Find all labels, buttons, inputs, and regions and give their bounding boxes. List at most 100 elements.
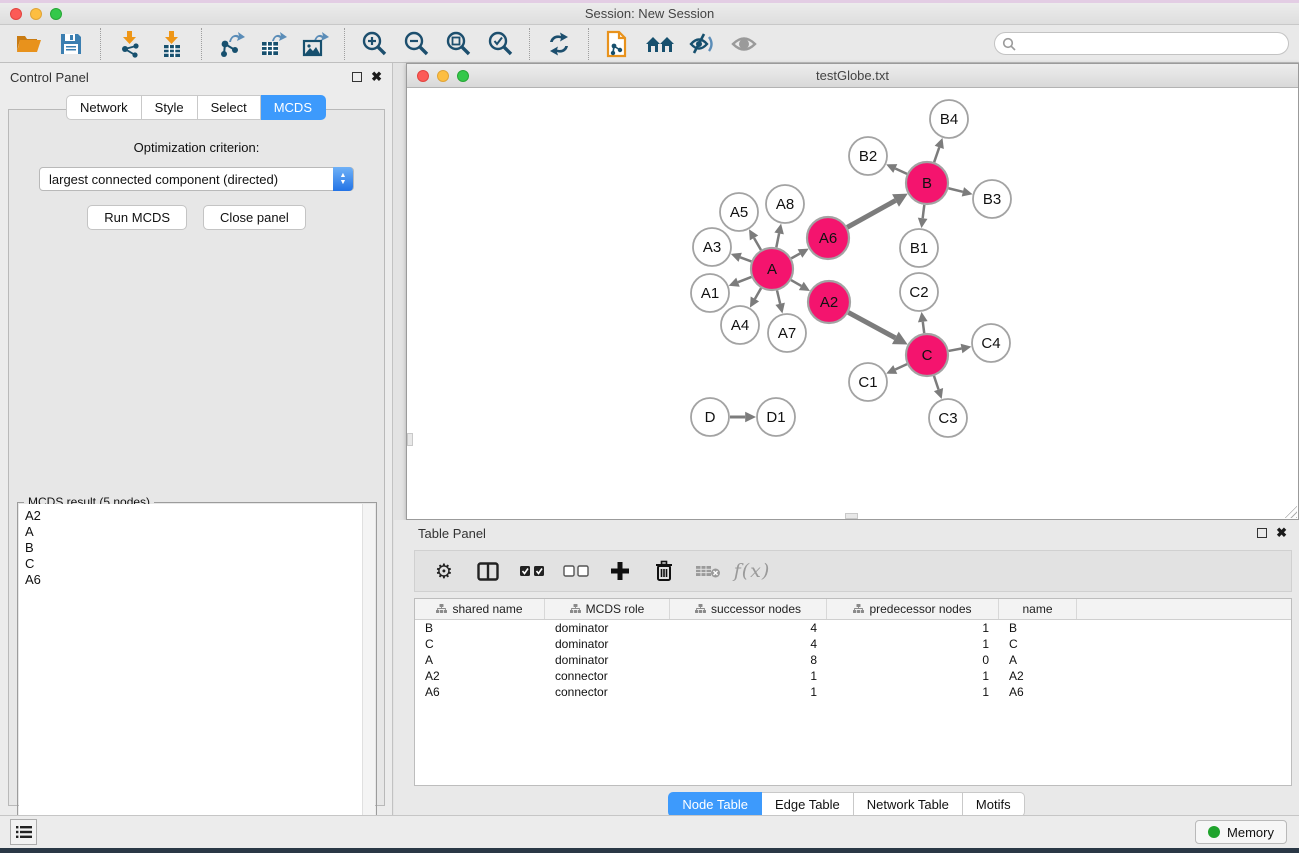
- tab-motifs[interactable]: Motifs: [963, 792, 1025, 817]
- graph-edge[interactable]: [923, 322, 924, 333]
- table-cell: 4: [670, 637, 827, 651]
- table-cell: 1: [827, 685, 999, 699]
- close-panel-icon[interactable]: ✖: [371, 72, 382, 82]
- export-table-button[interactable]: [252, 28, 294, 60]
- delete-table-button[interactable]: [689, 554, 727, 588]
- float-panel-icon[interactable]: [352, 72, 362, 82]
- memory-button[interactable]: Memory: [1195, 820, 1287, 844]
- canvas-horizontal-scroll-thumb[interactable]: [845, 513, 858, 519]
- export-network-icon: [217, 30, 245, 58]
- search-input[interactable]: [994, 32, 1289, 55]
- table-cell: A2: [999, 669, 1077, 683]
- column-header-shared-name[interactable]: shared name: [415, 599, 545, 619]
- run-mcds-button[interactable]: Run MCDS: [87, 205, 187, 230]
- zoom-fit-button[interactable]: [437, 28, 479, 60]
- plus-icon: [610, 561, 630, 581]
- houses-button[interactable]: [639, 28, 681, 60]
- graph-edge[interactable]: [848, 312, 895, 337]
- graph-edge[interactable]: [791, 280, 801, 286]
- graph-edge[interactable]: [740, 257, 751, 261]
- table-cell: B: [999, 621, 1077, 635]
- graph-node-label: B4: [940, 111, 958, 128]
- graph-node-label: A8: [776, 196, 794, 213]
- export-image-button[interactable]: [294, 28, 336, 60]
- column-header-MCDS-role[interactable]: MCDS role: [545, 599, 670, 619]
- delete-column-button[interactable]: [645, 554, 683, 588]
- tab-style[interactable]: Style: [142, 95, 198, 120]
- tab-network-table[interactable]: Network Table: [854, 792, 963, 817]
- table-close-panel-icon[interactable]: ✖: [1276, 528, 1287, 538]
- graph-edge[interactable]: [934, 147, 939, 162]
- column-header-predecessor-nodes[interactable]: predecessor nodes: [827, 599, 999, 619]
- criterion-select[interactable]: largest connected component (directed) ▲…: [39, 167, 354, 191]
- graph-edge[interactable]: [847, 200, 895, 227]
- table-cell: 0: [827, 653, 999, 667]
- tab-node-table[interactable]: Node Table: [668, 792, 762, 817]
- zoom-selected-button[interactable]: [479, 28, 521, 60]
- table-panel-title: Table Panel: [418, 526, 486, 541]
- table-row[interactable]: Adominator80A: [415, 652, 1291, 668]
- tab-edge-table[interactable]: Edge Table: [762, 792, 854, 817]
- tab-mcds[interactable]: MCDS: [261, 95, 326, 120]
- split-view-button[interactable]: [469, 554, 507, 588]
- refresh-icon: [546, 31, 572, 57]
- deselect-all-columns-button[interactable]: [557, 554, 595, 588]
- open-session-button[interactable]: [8, 28, 50, 60]
- table-cell: dominator: [545, 621, 670, 635]
- table-row[interactable]: Bdominator41B: [415, 620, 1291, 636]
- import-network-button[interactable]: [109, 28, 151, 60]
- save-session-button[interactable]: [50, 28, 92, 60]
- graph-edge[interactable]: [923, 205, 925, 218]
- table-settings-button[interactable]: ⚙: [425, 554, 463, 588]
- graph-edge[interactable]: [934, 376, 939, 390]
- table-row[interactable]: Cdominator41C: [415, 636, 1291, 652]
- memory-status-dot-icon: [1208, 826, 1220, 838]
- graph-node-label: C4: [981, 335, 1000, 352]
- refresh-button[interactable]: [538, 28, 580, 60]
- table-row[interactable]: A6connector11A6: [415, 684, 1291, 700]
- column-header-name[interactable]: name: [999, 599, 1077, 619]
- zoom-in-button[interactable]: [353, 28, 395, 60]
- canvas-vertical-scroll-thumb[interactable]: [407, 433, 413, 446]
- graph-edge[interactable]: [777, 290, 780, 303]
- table-float-panel-icon[interactable]: [1257, 528, 1267, 538]
- add-column-button[interactable]: [601, 554, 639, 588]
- new-network-session-button[interactable]: [597, 28, 639, 60]
- show-view-button[interactable]: [723, 28, 765, 60]
- graph-edge[interactable]: [895, 168, 907, 173]
- mcds-result-item[interactable]: A: [25, 524, 375, 540]
- mcds-result-item[interactable]: B: [25, 540, 375, 556]
- select-all-columns-button[interactable]: [513, 554, 551, 588]
- column-header-successor-nodes[interactable]: successor nodes: [670, 599, 827, 619]
- graph-edge[interactable]: [895, 364, 907, 369]
- network-graph[interactable]: AA1A3A5A8A6A2A4A7BB2B4B3B1CC2C4C1C3DD1: [407, 88, 1298, 519]
- graph-edge[interactable]: [776, 233, 779, 247]
- graph-edge[interactable]: [754, 238, 761, 250]
- function-builder-button[interactable]: f(x): [733, 554, 771, 588]
- zoom-selected-icon: [487, 30, 514, 57]
- export-network-button[interactable]: [210, 28, 252, 60]
- zoom-in-icon: [361, 30, 388, 57]
- graph-node-label: B: [922, 175, 932, 192]
- edge-arrowhead-icon: [745, 412, 756, 423]
- graph-edge[interactable]: [738, 277, 752, 282]
- zoom-out-button[interactable]: [395, 28, 437, 60]
- import-table-button[interactable]: [151, 28, 193, 60]
- mcds-result-item[interactable]: C: [25, 556, 375, 572]
- task-history-button[interactable]: [10, 819, 37, 845]
- mcds-result-item[interactable]: A2: [25, 508, 375, 524]
- graph-edge[interactable]: [755, 288, 761, 299]
- mcds-result-list: A2ABCA6: [19, 504, 375, 838]
- graph-edge[interactable]: [948, 188, 963, 192]
- network-canvas[interactable]: AA1A3A5A8A6A2A4A7BB2B4B3B1CC2C4C1C3DD1: [407, 88, 1298, 519]
- graph-edge[interactable]: [791, 253, 800, 258]
- close-panel-button[interactable]: Close panel: [203, 205, 306, 230]
- desktop-background-strip: [0, 848, 1299, 853]
- mcds-list-scrollbar[interactable]: [362, 504, 375, 838]
- graph-edge[interactable]: [949, 349, 962, 351]
- tab-select[interactable]: Select: [198, 95, 261, 120]
- hide-view-button[interactable]: [681, 28, 723, 60]
- table-row[interactable]: A2connector11A2: [415, 668, 1291, 684]
- mcds-result-item[interactable]: A6: [25, 572, 375, 588]
- tab-network[interactable]: Network: [66, 95, 142, 120]
